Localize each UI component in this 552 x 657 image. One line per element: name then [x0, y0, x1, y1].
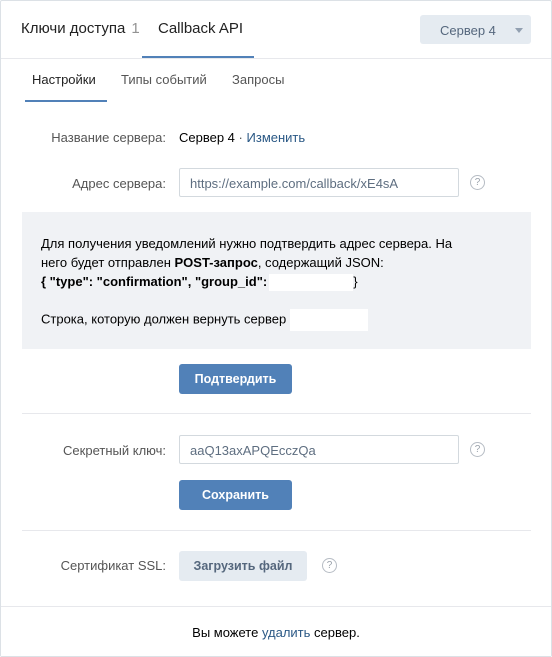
confirmation-info-block: Для получения уведомлений нужно подтверд…	[22, 212, 531, 349]
info-json-line: { "type": "confirmation", "group_id":}	[41, 272, 511, 292]
divider	[22, 413, 531, 414]
tab-access-keys-count: 1	[131, 20, 140, 37]
secret-key-input[interactable]: aaQ13axAPQEcczQa	[179, 435, 459, 464]
tab-access-keys-label: Ключи доступа	[21, 20, 126, 37]
json-close-brace: }	[353, 274, 358, 289]
divider	[22, 530, 531, 531]
secret-key-label: Секретный ключ:	[63, 443, 166, 458]
redacted-group-id	[269, 274, 354, 292]
help-icon[interactable]: ?	[470, 442, 485, 457]
subtab-event-types[interactable]: Типы событий	[121, 72, 207, 87]
tab-callback-api-label: Callback API	[158, 20, 244, 37]
subtab-requests[interactable]: Запросы	[232, 72, 284, 87]
active-tab-indicator	[142, 56, 254, 58]
info-line-2: него будет отправлен POST-запрос, содерж…	[41, 253, 511, 272]
tab-callback-api[interactable]: Callback API	[158, 20, 243, 37]
server-address-input[interactable]: https://example.com/callback/xE4sA	[179, 168, 459, 197]
delete-server-link[interactable]: удалить	[262, 625, 310, 640]
server-name-row: Сервер 4 · Изменить	[179, 130, 305, 145]
info-line-1: Для получения уведомлений нужно подтверд…	[41, 236, 453, 251]
sub-tabs: Настройки Типы событий Запросы	[1, 59, 551, 102]
confirm-button[interactable]: Подтвердить	[179, 364, 292, 394]
server-address-label: Адрес сервера:	[72, 176, 166, 191]
footer: Вы можете удалить сервер.	[1, 606, 551, 656]
info-line-2-suffix: , содержащий JSON:	[257, 255, 384, 270]
ssl-certificate-label: Сертификат SSL:	[60, 558, 166, 573]
server-select[interactable]: Сервер 4	[420, 15, 531, 44]
change-name-link[interactable]: Изменить	[247, 130, 306, 145]
save-button[interactable]: Сохранить	[179, 480, 292, 510]
footer-suffix: сервер.	[310, 625, 360, 640]
return-string-text: Строка, которую должен вернуть сервер	[41, 311, 287, 327]
upload-file-button[interactable]: Загрузить файл	[179, 551, 307, 581]
top-tabs: Ключи доступа 1 Callback API Сервер 4	[1, 1, 551, 59]
server-select-value: Сервер 4	[440, 23, 496, 38]
callback-settings-panel: Ключи доступа 1 Callback API Сервер 4 Нас…	[0, 0, 552, 657]
info-return-line: Строка, которую должен вернуть сервер	[41, 309, 511, 332]
redacted-return-string	[290, 309, 369, 332]
help-icon[interactable]: ?	[322, 558, 337, 573]
server-name-label: Название сервера:	[51, 130, 166, 145]
separator-dot: ·	[238, 130, 243, 145]
info-post-request: POST-запрос	[174, 255, 258, 270]
tab-access-keys[interactable]: Ключи доступа 1	[21, 20, 140, 37]
json-snippet: { "type": "confirmation", "group_id":	[41, 274, 268, 289]
subtab-settings[interactable]: Настройки	[32, 72, 96, 87]
server-name-value: Сервер 4	[179, 130, 235, 145]
active-subtab-indicator	[25, 100, 107, 102]
info-line-2-prefix: него будет отправлен	[41, 255, 175, 270]
footer-prefix: Вы можете	[192, 625, 262, 640]
chevron-down-icon	[515, 28, 523, 33]
help-icon[interactable]: ?	[470, 175, 485, 190]
